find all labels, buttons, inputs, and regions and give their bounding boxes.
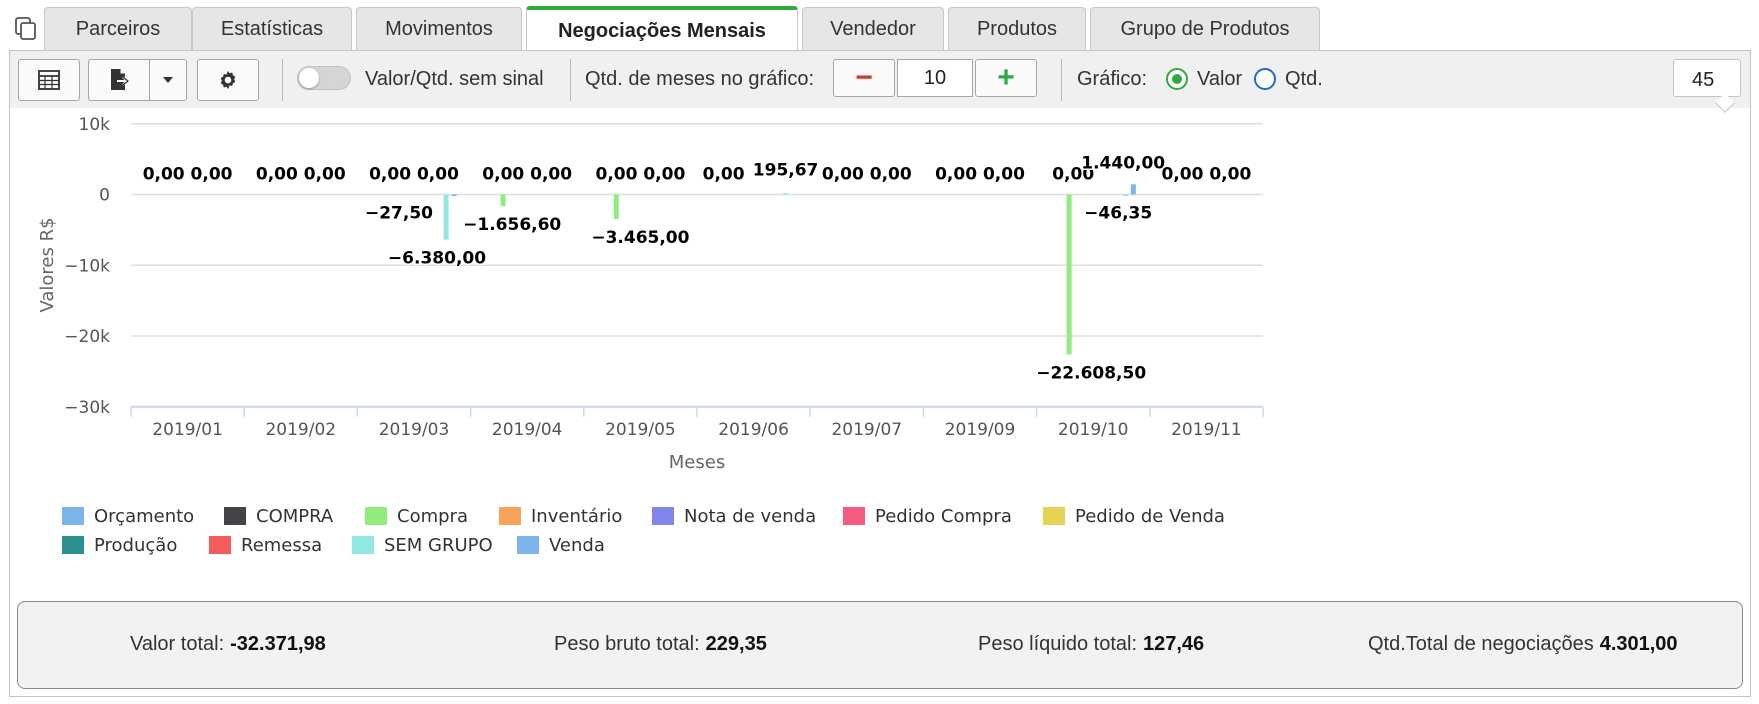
data-label: 0,00 0,00 xyxy=(143,165,233,185)
bar xyxy=(443,194,449,240)
data-label: −46,35 xyxy=(1084,204,1152,224)
data-label: −3.465,00 xyxy=(591,228,689,248)
legend-label: Orçamento xyxy=(94,505,195,527)
valor-total-label: Valor total: xyxy=(130,633,225,655)
data-label: 1.440,00 xyxy=(1081,154,1165,174)
legend-swatch xyxy=(209,536,231,554)
legend-swatch xyxy=(843,507,865,525)
data-label: 0,00 0,00 xyxy=(482,165,572,185)
data-label: −6.380,00 xyxy=(388,249,486,269)
data-label: 0,00 0,00 xyxy=(822,165,912,185)
legend-item[interactable]: Pedido Compra xyxy=(843,504,1012,528)
legend-swatch xyxy=(499,507,521,525)
bar xyxy=(1122,194,1128,196)
legend-item[interactable]: SEM GRUPO xyxy=(352,533,493,557)
legend-item[interactable]: Inventário xyxy=(499,504,622,528)
peso-bruto-value: 229,35 xyxy=(705,633,767,655)
y-axis-title: Valores R$ xyxy=(37,217,58,312)
legend-label: Pedido Compra xyxy=(875,505,1012,527)
data-label: −1.656,60 xyxy=(463,215,561,235)
legend-swatch xyxy=(224,507,246,525)
data-label: 0,00 0,00 xyxy=(935,165,1025,185)
legend-label: Inventário xyxy=(531,505,623,527)
legend-swatch xyxy=(652,507,674,525)
legend-item[interactable]: Orçamento xyxy=(62,504,194,528)
data-label: 195,67 xyxy=(753,161,819,181)
legend-swatch xyxy=(352,536,374,554)
legend-swatch xyxy=(62,507,84,525)
y-tick-label: 10k xyxy=(79,115,111,135)
legend-item[interactable]: Venda xyxy=(517,533,605,557)
valor-total-value: -32.371,98 xyxy=(230,633,326,655)
y-tick-label: −20k xyxy=(64,327,110,347)
x-tick-label: 2019/09 xyxy=(945,420,1016,440)
legend-label: Remessa xyxy=(241,534,323,556)
x-tick-label: 2019/04 xyxy=(492,420,563,440)
data-label: 0,00 0,00 xyxy=(595,165,685,185)
x-tick-label: 2019/02 xyxy=(265,420,336,440)
legend-item[interactable]: Remessa xyxy=(209,533,322,557)
qtd-total-value: 4.301,00 xyxy=(1599,633,1678,655)
data-label: 0,00 0,00 xyxy=(369,165,459,185)
legend-label: SEM GRUPO xyxy=(384,534,493,556)
valor-total-summary: Valor total: -32.371,98 xyxy=(130,633,326,656)
bar xyxy=(613,194,619,220)
peso-bruto-summary: Peso bruto total: 229,35 xyxy=(554,633,767,656)
peso-liquido-value: 127,46 xyxy=(1143,633,1205,655)
x-tick-label: 2019/10 xyxy=(1058,420,1129,440)
x-axis-title: Meses xyxy=(669,452,725,473)
monthly-negotiations-chart: 10k 0 −10k −20k −30k 2019/01 2019/02 2019/03 201… xyxy=(37,115,1264,473)
legend-item[interactable]: Compra xyxy=(365,504,468,528)
peso-bruto-label: Peso bruto total: xyxy=(554,633,700,655)
bar xyxy=(1066,194,1072,355)
legend-item[interactable]: Nota de venda xyxy=(652,504,816,528)
legend-label: Compra xyxy=(397,505,468,527)
peso-liquido-label: Peso líquido total: xyxy=(978,633,1137,655)
bar xyxy=(1130,184,1136,195)
legend-item[interactable]: Produção xyxy=(62,533,177,557)
legend-label: COMPRA xyxy=(256,505,334,527)
legend-label: Produção xyxy=(94,534,178,556)
bar xyxy=(783,193,789,195)
y-tick-label: 0 xyxy=(99,186,110,206)
x-tick-label: 2019/03 xyxy=(379,420,450,440)
x-tick-label: 2019/07 xyxy=(831,420,902,440)
y-tick-label: −30k xyxy=(64,398,110,418)
peso-liquido-summary: Peso líquido total: 127,46 xyxy=(978,633,1204,656)
y-tick-label: −10k xyxy=(64,256,110,276)
x-tick-label: 2019/11 xyxy=(1171,420,1242,440)
legend-label: Pedido de Venda xyxy=(1075,505,1225,527)
legend-item[interactable]: Pedido de Venda xyxy=(1043,504,1225,528)
legend-label: Venda xyxy=(549,534,605,556)
legend-swatch xyxy=(365,507,387,525)
data-label: −27,50 xyxy=(365,204,433,224)
x-tick-label: 2019/05 xyxy=(605,420,676,440)
data-label: −22.608,50 xyxy=(1036,363,1146,383)
legend-label: Nota de venda xyxy=(684,505,817,527)
x-tick-label: 2019/01 xyxy=(152,420,223,440)
legend-swatch xyxy=(517,536,539,554)
bar xyxy=(451,194,457,196)
data-label: 0,00 xyxy=(703,165,745,185)
legend-swatch xyxy=(1043,507,1065,525)
legend-item[interactable]: COMPRA xyxy=(224,504,333,528)
bar xyxy=(500,194,506,207)
legend-swatch xyxy=(62,536,84,554)
qtd-total-label: Qtd.Total de negociações xyxy=(1368,633,1594,655)
data-label: 0,00 0,00 xyxy=(256,165,346,185)
data-label: 0,00 0,00 xyxy=(1161,165,1251,185)
x-tick-label: 2019/06 xyxy=(718,420,789,440)
qtd-total-summary: Qtd.Total de negociações 4.301,00 xyxy=(1368,633,1678,656)
